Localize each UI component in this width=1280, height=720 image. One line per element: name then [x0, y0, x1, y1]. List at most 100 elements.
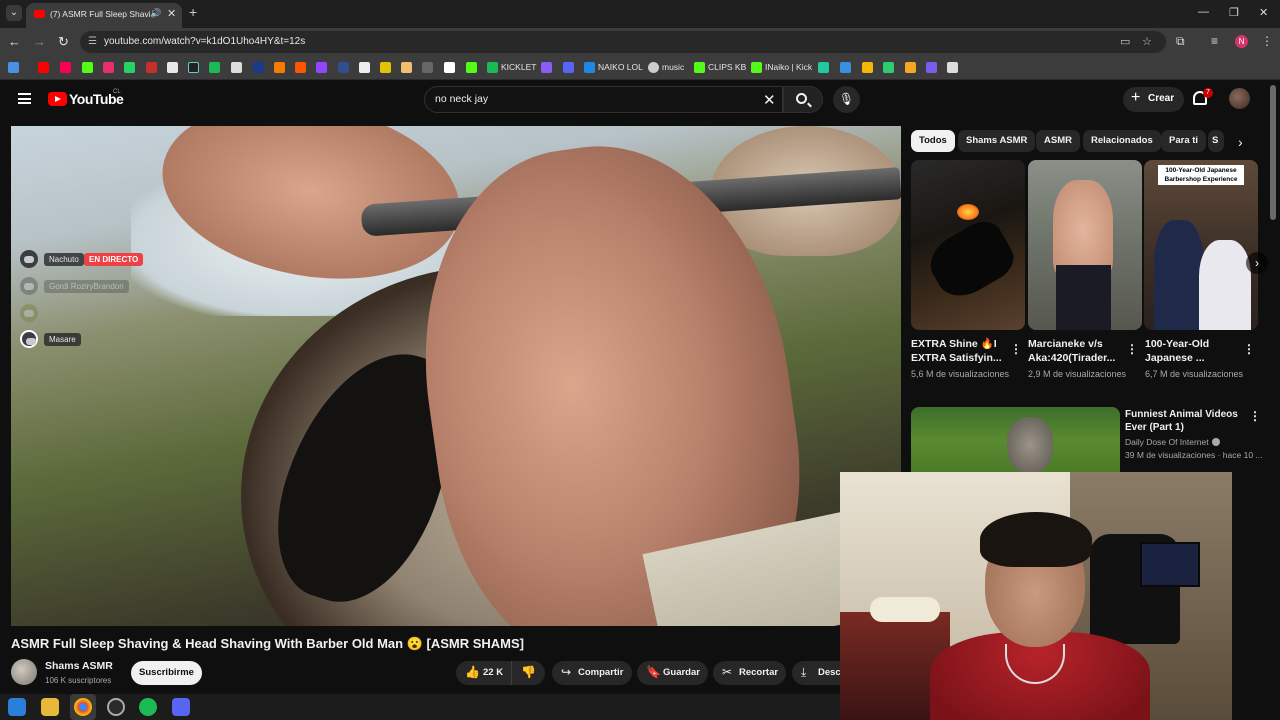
chip-partial[interactable]: S [1208, 130, 1224, 152]
recommendation-thumbnail[interactable] [911, 160, 1025, 330]
kick-bookmark-icon[interactable] [751, 62, 762, 73]
save-button[interactable]: 🔖 Guardar [637, 661, 708, 685]
url-text[interactable]: youtube.com/watch?v=k1dO1Uho4HY&t=12s [104, 36, 305, 47]
bookmark-icon[interactable] [947, 62, 958, 73]
bookmark-icon[interactable] [818, 62, 829, 73]
address-bar[interactable]: ☰ youtube.com/watch?v=k1dO1Uho4HY&t=12s … [80, 31, 1166, 53]
kicklet-bookmark-icon[interactable] [487, 62, 498, 73]
bookmark-clips-kb[interactable]: CLIPS KB [708, 62, 746, 72]
create-button[interactable]: + Crear [1123, 87, 1184, 112]
tab-search-button[interactable]: ⌄ [6, 5, 22, 21]
clip-button[interactable]: ✂ Recortar [713, 661, 786, 685]
bookmark-icon[interactable] [338, 62, 349, 73]
whatsapp-bookmark-icon[interactable] [124, 62, 135, 73]
bookmark-icon[interactable] [840, 62, 851, 73]
bookmark-icon[interactable] [253, 62, 264, 73]
site-info-icon[interactable]: ☰ [88, 36, 97, 47]
bookmark-icon[interactable] [444, 62, 455, 73]
bookmark-icon[interactable] [926, 62, 937, 73]
chrome-menu-icon[interactable]: ⋮ [1261, 34, 1273, 48]
bookmark-icon[interactable] [541, 62, 552, 73]
back-icon[interactable]: ← [8, 34, 21, 49]
bookmark-icon[interactable] [401, 62, 412, 73]
apps-grid-icon[interactable] [8, 62, 19, 73]
clear-search-icon[interactable]: ✕ [763, 91, 776, 109]
media-control-icon[interactable]: ≡ [1211, 34, 1218, 48]
more-options-icon[interactable]: ⋮ [1010, 342, 1022, 356]
subscribe-button[interactable]: Suscribirme [131, 661, 202, 685]
recommendation-thumbnail[interactable] [911, 407, 1120, 473]
chip-relacionados[interactable]: Relacionados [1083, 130, 1161, 152]
minimize-icon[interactable]: — [1198, 6, 1209, 18]
naiko-bookmark-icon[interactable] [584, 62, 595, 73]
menu-icon[interactable] [18, 93, 31, 104]
tiktok-bookmark-icon[interactable] [188, 62, 199, 73]
chevron-right-icon[interactable]: › [1238, 134, 1243, 150]
bookmark-icon[interactable] [295, 62, 306, 73]
bookmark-icon[interactable] [883, 62, 894, 73]
new-tab-button[interactable]: + [189, 4, 197, 20]
speaker-icon[interactable]: 🔊 [150, 8, 161, 19]
tab-close-icon[interactable]: ✕ [167, 7, 176, 20]
download-button[interactable]: ⤓ Desc [792, 661, 841, 685]
profile-avatar[interactable]: N [1235, 35, 1248, 48]
bookmark-icon[interactable] [60, 62, 71, 73]
more-options-icon[interactable]: ⋮ [1249, 409, 1261, 423]
chip-todos[interactable]: Todos [911, 130, 955, 152]
bookmark-naiko-lol[interactable]: NAIKO LOL [598, 62, 643, 72]
clips-bookmark-icon[interactable] [694, 62, 705, 73]
bookmark-icon[interactable] [359, 62, 370, 73]
dislike-button[interactable]: 👎 [511, 661, 545, 685]
channel-avatar[interactable] [11, 659, 37, 685]
chip-shams-asmr[interactable]: Shams ASMR [958, 130, 1036, 152]
microphone-icon[interactable]: 🎙 [833, 86, 860, 113]
bookmark-icon[interactable] [466, 62, 477, 73]
cast-icon[interactable]: ▭ [1120, 35, 1130, 48]
twitch-bookmark-icon[interactable] [316, 62, 327, 73]
discord-icon[interactable] [172, 698, 190, 716]
bookmark-naiko-kick[interactable]: INaiko | Kick [765, 62, 812, 72]
carousel-next-icon[interactable]: › [1246, 252, 1268, 274]
search-query[interactable]: no neck jay [435, 93, 488, 105]
recommendation-thumbnail[interactable] [1028, 160, 1142, 330]
bookmark-icon[interactable] [274, 62, 285, 73]
chip-para-ti[interactable]: Para ti [1161, 130, 1207, 152]
reload-icon[interactable]: ↻ [58, 34, 69, 50]
share-button[interactable]: ↪ Compartir [552, 661, 632, 685]
page-scrollbar[interactable] [1270, 85, 1276, 220]
recommendation-title[interactable]: EXTRA Shine 🔥I EXTRA Satisfyin... [911, 337, 1006, 365]
more-options-icon[interactable]: ⋮ [1243, 342, 1255, 356]
bookmark-icon[interactable] [380, 62, 391, 73]
bookmark-icon[interactable] [231, 62, 242, 73]
channel-name[interactable]: Shams ASMR [45, 660, 113, 672]
restore-icon[interactable]: ❐ [1229, 6, 1239, 19]
x-bookmark-icon[interactable] [167, 62, 178, 73]
recommendation-title[interactable]: 100-Year-Old Japanese ... [1145, 337, 1240, 365]
music-bookmark-icon[interactable] [648, 62, 659, 73]
recommendation-title[interactable]: Marcianeke v/s Aka:420(Tirader... [1028, 337, 1123, 365]
video-player[interactable] [11, 126, 901, 626]
kick-bookmark-icon[interactable] [82, 62, 93, 73]
browser-tab-active[interactable]: (7) ASMR Full Sleep Shaving 🔊 ✕ [26, 3, 182, 28]
app-icon[interactable] [107, 698, 125, 716]
search-input[interactable]: no neck jay ✕ [424, 86, 783, 113]
youtube-logo-icon[interactable] [48, 92, 67, 106]
extensions-icon[interactable]: ⧉ [1176, 34, 1185, 49]
bookmark-icon[interactable] [146, 62, 157, 73]
bookmark-icon[interactable] [862, 62, 873, 73]
file-explorer-icon[interactable] [41, 698, 59, 716]
recommendation-thumbnail[interactable]: 100-Year-Old Japanese Barbershop Experie… [1144, 160, 1258, 330]
window-close-icon[interactable]: ✕ [1259, 6, 1268, 19]
chrome-icon[interactable] [74, 698, 92, 716]
bookmark-music[interactable]: music [662, 62, 684, 72]
recommendation-channel[interactable]: Daily Dose Of Internet [1125, 437, 1220, 447]
recommendation-title[interactable]: Funniest Animal Videos Ever (Part 1) [1125, 408, 1250, 434]
spotify-icon[interactable] [139, 698, 157, 716]
more-options-icon[interactable]: ⋮ [1126, 342, 1138, 356]
search-button[interactable] [783, 86, 823, 113]
windows-start-icon[interactable] [8, 698, 26, 716]
bookmark-star-icon[interactable]: ☆ [1142, 35, 1152, 48]
youtube-bookmark-icon[interactable] [38, 62, 49, 73]
forward-icon[interactable]: → [33, 34, 46, 49]
chip-asmr[interactable]: ASMR [1036, 130, 1080, 152]
